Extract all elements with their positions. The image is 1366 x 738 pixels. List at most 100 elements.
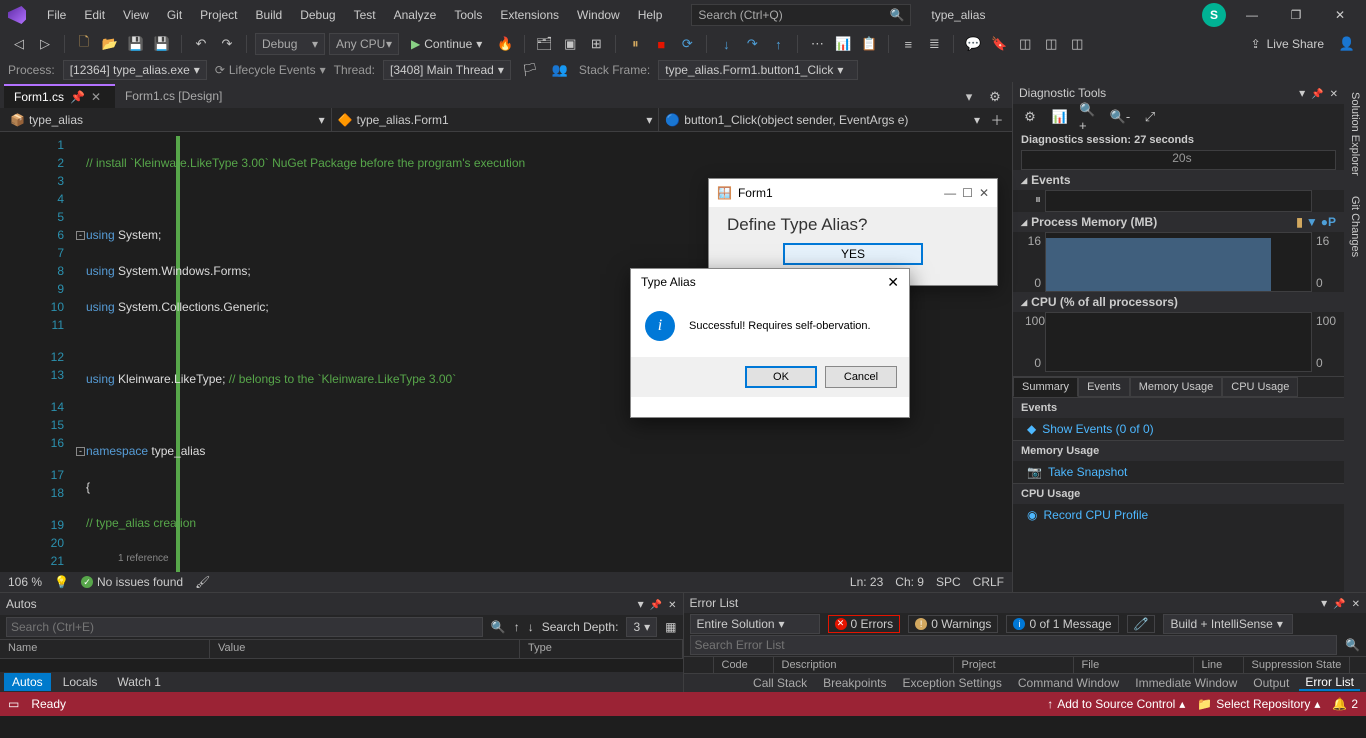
memory-header[interactable]: Process Memory (MB)▮▼●P [1013, 212, 1344, 232]
undo-icon[interactable]: ↶ [190, 33, 212, 55]
pin-icon[interactable] [1311, 86, 1323, 100]
timeline-ruler[interactable]: 20s [1021, 150, 1336, 170]
window-tab-error-list[interactable]: Error List [1299, 675, 1360, 691]
close-panel-icon[interactable] [1330, 86, 1338, 100]
err-col-file[interactable]: File [1074, 657, 1194, 673]
reset-zoom-icon[interactable]: ⤢ [1139, 106, 1161, 128]
redo-icon[interactable]: ↷ [216, 33, 238, 55]
ok-button[interactable]: OK [745, 366, 817, 388]
brush-icon[interactable]: 🖌 [195, 575, 210, 589]
diag-tab-cpu-usage[interactable]: CPU Usage [1222, 377, 1298, 397]
step-out-icon[interactable]: ↑ [767, 33, 789, 55]
gear-icon[interactable]: ⚙ [1019, 106, 1041, 128]
gear-icon[interactable]: ⚙ [984, 86, 1006, 108]
err-col-description[interactable]: Description [774, 657, 954, 673]
tab-form1-cs[interactable]: Form1.cs 📌 ✕ [4, 84, 115, 108]
config-dropdown[interactable]: Debug▾ [255, 33, 325, 55]
stackframe-dropdown[interactable]: type_alias.Form1.button1_Click ▾ [658, 60, 858, 80]
continue-button[interactable]: ▶ Continue ▾ [403, 33, 490, 55]
err-col-line[interactable]: Line [1194, 657, 1244, 673]
nav-class[interactable]: 🔶 type_alias.Form1▾ [331, 108, 659, 131]
warnings-pill[interactable]: !0 Warnings [908, 615, 998, 633]
pause-icon[interactable]: ⏸ [624, 33, 646, 55]
pin-icon[interactable] [650, 597, 662, 611]
restart-icon[interactable]: ⟳ [676, 33, 698, 55]
close-tab-icon[interactable]: ✕ [91, 90, 105, 104]
save-icon[interactable]: 💾 [125, 33, 147, 55]
cpu-chart[interactable] [1045, 312, 1312, 372]
user-avatar[interactable]: S [1202, 3, 1226, 27]
yes-button[interactable]: YES [783, 243, 923, 265]
search-icon[interactable]: 🔍 [1345, 638, 1360, 652]
nav-project[interactable]: 📦 type_alias▾ [4, 108, 331, 131]
arrow-down-icon[interactable]: ↓ [528, 620, 534, 634]
pin-icon[interactable] [1333, 596, 1345, 610]
repo-button[interactable]: 📁Select Repository ▴ [1197, 697, 1320, 711]
minimize-button[interactable]: — [1234, 1, 1270, 29]
source-control-button[interactable]: ↑Add to Source Control ▴ [1047, 697, 1185, 711]
tb-misc-1[interactable]: ⋯ [806, 33, 828, 55]
arrow-up-icon[interactable]: ↑ [514, 620, 520, 634]
tb-end-3[interactable]: ◫ [1066, 33, 1088, 55]
take-snapshot-link[interactable]: 📷Take Snapshot [1013, 461, 1344, 483]
zoom-out-icon[interactable]: 🔍- [1109, 106, 1131, 128]
platform-dropdown[interactable]: Any CPU▾ [329, 33, 399, 55]
diag-tab-summary[interactable]: Summary [1013, 377, 1078, 397]
clippy-icon[interactable]: 🧷 [1127, 615, 1156, 633]
flag-icon[interactable]: 🏳 [519, 59, 541, 81]
nav-member[interactable]: 🔵 button1_Click(object sender, EventArgs… [658, 108, 986, 131]
lightbulb-icon[interactable]: 💡 [54, 575, 69, 589]
window-tab-command-window[interactable]: Command Window [1012, 676, 1125, 690]
window-tab-breakpoints[interactable]: Breakpoints [817, 676, 892, 690]
cancel-button[interactable]: Cancel [825, 366, 897, 388]
menu-tools[interactable]: Tools [445, 8, 491, 22]
diag-tab-events[interactable]: Events [1078, 377, 1130, 397]
restore-button[interactable]: ❐ [1278, 1, 1314, 29]
nav-plus-icon[interactable]: ＋ [986, 109, 1008, 131]
window-tab-output[interactable]: Output [1247, 676, 1295, 690]
window-tab-call-stack[interactable]: Call Stack [747, 676, 813, 690]
process-dropdown[interactable]: [12364] type_alias.exe ▾ [63, 60, 207, 80]
menu-test[interactable]: Test [345, 8, 385, 22]
autos-tab-autos[interactable]: Autos [4, 673, 51, 691]
autos-search-input[interactable] [6, 617, 483, 637]
output-pane-icon[interactable]: ▭ [8, 697, 19, 711]
err-col-project[interactable]: Project [954, 657, 1074, 673]
save-all-icon[interactable]: 💾 [151, 33, 173, 55]
menu-help[interactable]: Help [629, 8, 672, 22]
new-project-icon[interactable]: 🗋 [73, 33, 95, 55]
select-tools-icon[interactable]: 📊 [1049, 106, 1071, 128]
stop-icon[interactable]: ■ [650, 33, 672, 55]
feedback-icon[interactable]: 👤 [1336, 33, 1358, 55]
menu-view[interactable]: View [114, 8, 158, 22]
tb-end-2[interactable]: ◫ [1040, 33, 1062, 55]
window-tab-immediate-window[interactable]: Immediate Window [1129, 676, 1243, 690]
tab-form1-design[interactable]: Form1.cs [Design] [115, 84, 232, 108]
step-into-icon[interactable]: ↓ [715, 33, 737, 55]
menu-analyze[interactable]: Analyze [385, 8, 446, 22]
threads-icon[interactable]: 👥 [549, 59, 571, 81]
close-button[interactable]: ✕ [979, 186, 989, 200]
maximize-button[interactable]: ☐ [962, 186, 973, 200]
tb-icon-3[interactable]: ⊞ [585, 33, 607, 55]
cpu-header[interactable]: CPU (% of all processors) [1013, 292, 1344, 312]
autos-tab-locals[interactable]: Locals [55, 673, 106, 691]
close-icon[interactable] [1352, 596, 1360, 610]
minimize-button[interactable]: — [944, 186, 956, 200]
col-type[interactable]: Type [520, 640, 683, 658]
memory-chart[interactable] [1045, 232, 1312, 292]
tab-dropdown-icon[interactable]: ▾ [958, 86, 980, 108]
filter-icon[interactable]: ▦ [665, 620, 676, 634]
live-share-button[interactable]: ⇪ Live Share [1243, 37, 1332, 51]
tb-misc-3[interactable]: 📋 [858, 33, 880, 55]
pin-icon[interactable]: 📌 [70, 90, 85, 104]
comment-icon[interactable]: 💬 [962, 33, 984, 55]
search-box[interactable]: Search (Ctrl+Q) 🔍 [691, 4, 911, 26]
notifications-button[interactable]: 🔔2 [1332, 697, 1358, 711]
col-value[interactable]: Value [210, 640, 520, 658]
nav-fwd-icon[interactable]: ▷ [34, 33, 56, 55]
zoom-in-icon[interactable]: 🔍+ [1079, 106, 1101, 128]
tb-end-1[interactable]: ◫ [1014, 33, 1036, 55]
lifecycle-events[interactable]: ⟳ Lifecycle Events ▾ [215, 63, 326, 77]
err-col-suppression-state[interactable]: Suppression State [1244, 657, 1351, 673]
